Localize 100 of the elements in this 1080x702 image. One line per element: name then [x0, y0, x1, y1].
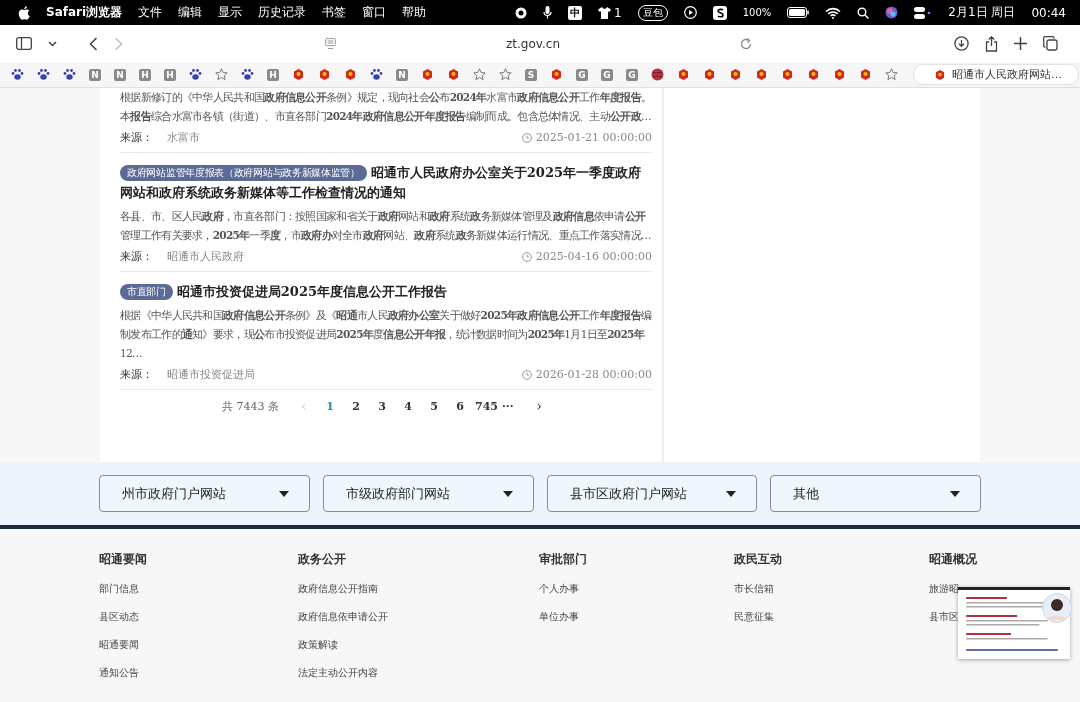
star-icon[interactable] [885, 68, 898, 81]
page-number-button[interactable]: 5 [423, 399, 445, 413]
shirt-status[interactable]: 1 [598, 5, 622, 20]
site-links-dropdown[interactable]: 其他 [770, 475, 981, 512]
footer-link[interactable]: 政策解读 [298, 638, 539, 652]
menu-item[interactable]: 历史记录 [258, 4, 307, 21]
page-number-button[interactable]: 4 [397, 399, 419, 413]
share-icon[interactable] [985, 35, 998, 52]
page-icon[interactable] [325, 37, 336, 50]
next-page-button[interactable]: › [528, 398, 550, 414]
menu-item[interactable]: 窗口 [362, 4, 387, 21]
page-number-button[interactable]: 2 [345, 399, 367, 413]
star-icon[interactable] [473, 68, 486, 81]
emblem-icon[interactable] [703, 68, 716, 81]
paw-icon[interactable] [11, 68, 24, 81]
paw-icon[interactable] [241, 68, 254, 81]
menu-item[interactable]: 书签 [322, 4, 347, 21]
download-icon[interactable] [954, 36, 969, 51]
paw-icon[interactable] [37, 68, 50, 81]
source-name: 昭通市人民政府 [167, 249, 244, 264]
play-icon[interactable] [683, 6, 697, 19]
menu-item[interactable]: 帮助 [402, 4, 427, 21]
page-ellipsis: ··· [502, 399, 515, 413]
result-title[interactable]: 市直部门 昭通市投资促进局2025年度信息公开工作报告 [120, 282, 652, 302]
source-name: 昭通市投资促进局 [167, 367, 255, 382]
site-links-dropdown[interactable]: 县市区政府门户网站 [546, 475, 758, 512]
menu-bar-date[interactable]: 2月1日 周日 [948, 4, 1016, 21]
footer-heading: 审批部门 [539, 551, 588, 568]
ball-icon[interactable] [651, 68, 664, 81]
footer-link[interactable]: 县区动态 [99, 610, 298, 624]
footer-link[interactable]: 市长信箱 [734, 582, 929, 596]
menu-item[interactable]: 编辑 [178, 4, 203, 21]
search-icon[interactable] [857, 6, 870, 19]
app-status-icon[interactable] [712, 5, 727, 20]
result-snippet: 各县、市、区人民政府，市直各部门：按照国家和省关于政府网站和政府系统政务新媒体管理及政府信息依申请公开管理工作有关要求，2025年一季度，市政府办对全市政府网站、政府系统政务新媒体运行情况、重点工作落实情况… [120, 209, 652, 243]
emblem-icon[interactable] [781, 68, 794, 81]
record-icon[interactable] [515, 6, 528, 19]
footer-link[interactable]: 个人办事 [539, 582, 734, 596]
site-links-dropdown[interactable]: 市级政府部门网站 [322, 475, 534, 512]
tabs-overview-icon[interactable] [1043, 36, 1058, 51]
result-title[interactable]: 政府网站监管年度报表（政府网站与政务新媒体监管） 昭通市人民政府办公室关于2025年一季度政府网站和政府系统政务新媒体等工作检查情况的通知 [120, 163, 652, 203]
sidebar-icon[interactable] [16, 37, 32, 50]
page-number-button[interactable]: 6 [449, 399, 471, 413]
apple-logo-icon[interactable] [18, 5, 30, 20]
paw-icon[interactable] [63, 68, 76, 81]
shirt-count: 1 [614, 5, 622, 20]
screenshot-toast[interactable] [958, 587, 1070, 659]
app-menu[interactable]: Safari浏览器 [46, 4, 123, 21]
emblem-icon[interactable] [421, 68, 434, 81]
publish-date: 2025-04-16 00:00:00 [535, 250, 652, 263]
back-icon[interactable] [89, 36, 98, 51]
footer-link[interactable]: 部门信息 [99, 582, 298, 596]
emblem-icon[interactable] [318, 68, 331, 81]
emblem-icon[interactable] [677, 68, 690, 81]
microphone-icon[interactable] [543, 6, 553, 19]
site-links-dropdown[interactable]: 州市政府门户网站 [99, 475, 310, 512]
star-icon[interactable] [499, 68, 512, 81]
control-center-icon[interactable] [914, 6, 933, 19]
wifi-icon[interactable] [825, 6, 842, 19]
footer-link[interactable]: 法定主动公开内容 [298, 666, 539, 680]
footer-link[interactable]: 政府信息公开指南 [298, 582, 539, 596]
input-method-indicator[interactable]: 中 [568, 5, 583, 20]
footer-link[interactable]: 民意征集 [734, 610, 929, 624]
paw-icon[interactable] [370, 68, 383, 81]
paw-icon[interactable] [189, 68, 202, 81]
footer-heading: 政民互动 [734, 551, 783, 568]
emblem-icon[interactable] [833, 68, 846, 81]
avatar-toast[interactable] [1042, 593, 1072, 623]
tab-pill[interactable]: 昭通市人民政府网站… [913, 64, 1079, 85]
dropdown-caret-icon [950, 490, 960, 497]
address-field[interactable]: zt.gov.cn [506, 36, 560, 51]
emblem-icon[interactable] [447, 68, 460, 81]
footer-link[interactable]: 政府信息依申请公开 [298, 610, 539, 624]
emblem-icon[interactable] [729, 68, 742, 81]
emblem-icon[interactable] [859, 68, 872, 81]
emblem-icon[interactable] [344, 68, 357, 81]
emblem-icon [934, 68, 946, 81]
emblem-icon[interactable] [550, 68, 563, 81]
page-number-button[interactable]: 1 [319, 399, 341, 413]
source-label: 来源： [120, 130, 153, 145]
battery-icon[interactable] [787, 7, 810, 18]
menu-item[interactable]: 文件 [138, 4, 163, 21]
siri-icon[interactable] [885, 6, 899, 19]
footer-link[interactable]: 昭通要闻 [99, 638, 298, 652]
chevron-down-icon[interactable] [48, 40, 57, 47]
emblem-icon[interactable] [807, 68, 820, 81]
page-number-button[interactable]: 745 [475, 399, 498, 413]
emblem-icon[interactable] [292, 68, 305, 81]
menu-item[interactable]: 显示 [218, 4, 243, 21]
page-number-button[interactable]: 3 [371, 399, 393, 413]
plus-icon[interactable] [1014, 37, 1027, 50]
footer-link[interactable]: 通知公告 [99, 666, 298, 680]
dropdown-caret-icon [278, 490, 289, 497]
menu-bar-clock[interactable]: 00:44 [1031, 5, 1066, 20]
source-name: 水富市 [167, 130, 200, 145]
footer-link[interactable]: 单位办事 [539, 610, 734, 624]
result-snippet: 根据新修订的《中华人民共和国政府信息公开条例》规定，现向社会公布2024年水富市政府信息公开工作年度报告。本报告综合水富市各镇（街道）、市直各部门2024年政府信息公开年度报告编制而成。包含总体情况、主动公开政… [120, 90, 652, 124]
reload-icon[interactable] [740, 37, 752, 50]
emblem-icon[interactable] [755, 68, 768, 81]
star-icon[interactable] [215, 68, 228, 81]
